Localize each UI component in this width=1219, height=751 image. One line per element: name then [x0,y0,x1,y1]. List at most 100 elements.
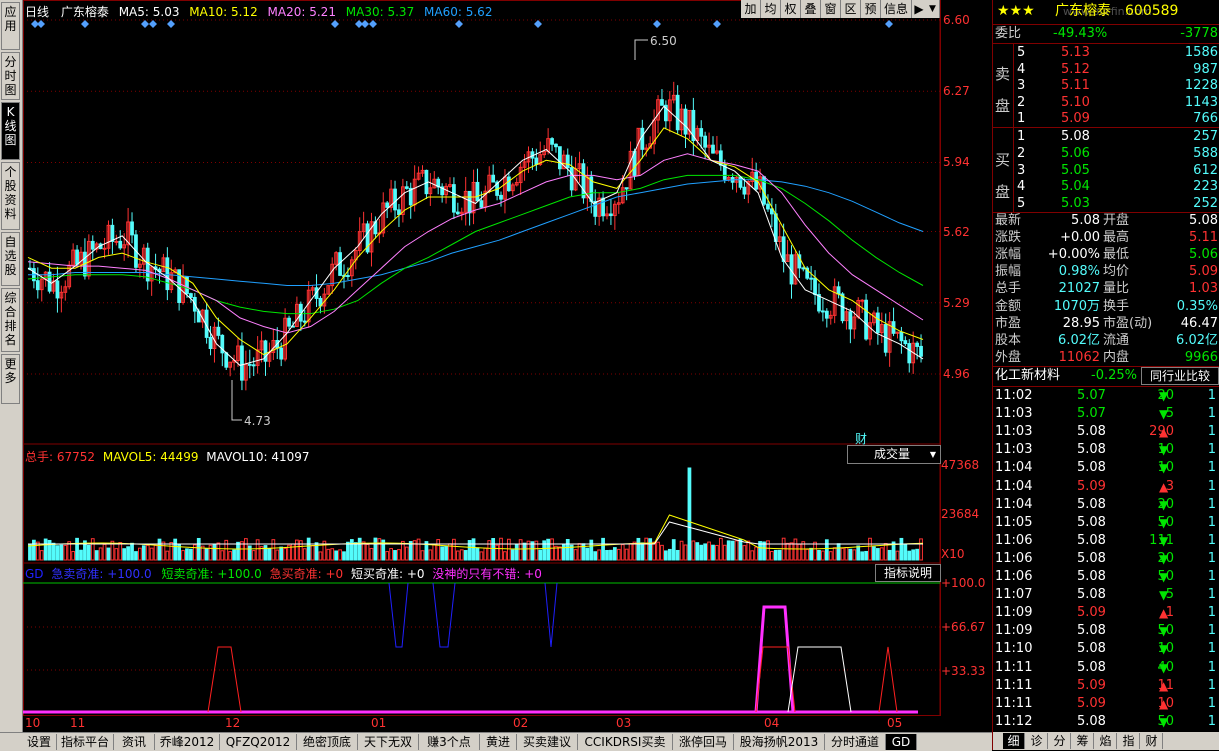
average-button[interactable]: 均 [761,0,781,18]
tick-count: 1 [1207,713,1216,729]
level-number: 1 [1017,111,1026,127]
tab-qiaofeng2012[interactable]: 乔峰2012 [155,734,220,750]
tick-time: 11:04 [995,478,1033,494]
buy-level-row[interactable]: 5 5.03 252 [993,195,1219,212]
tab-finance[interactable]: 财 [1141,733,1163,749]
stat-value: 46.47 [1180,315,1218,331]
volume-bar [463,550,468,561]
ma5-line [27,105,924,366]
volume-bar [318,551,323,561]
stat-label: 总手 [995,281,1022,297]
window-button[interactable]: 窗 [821,0,841,18]
volume-bar [805,548,810,561]
tab-stock-info[interactable]: 个股资料 [1,162,20,230]
stat-label: 最高 [1103,230,1130,246]
info-button[interactable]: 信息 [881,0,912,18]
event-diamond-icon [149,20,157,28]
tick-time: 11:11 [995,695,1033,711]
sell-level-row[interactable]: 3 5.11 1228 [993,77,1219,94]
volume-bar [373,537,378,561]
tab-chips[interactable]: 筹 [1072,733,1094,749]
tab-huangjin[interactable]: 黄进 [480,734,517,750]
tab-kline[interactable]: K线图 [1,102,20,160]
candle-body [491,174,496,183]
volume-bar [593,551,598,561]
volume-bar [703,543,708,561]
indicator-help-button[interactable]: 指标说明 [875,564,941,582]
industry-name[interactable]: 化工新材料 [995,367,1060,385]
tab-diagnosis[interactable]: 诊 [1026,733,1048,749]
tab-minute[interactable]: 分 [1049,733,1071,749]
forecast-button[interactable]: 预 [861,0,881,18]
volume-bar [518,539,523,561]
buy-level-row[interactable]: 2 5.06 588 [993,145,1219,162]
volume-bar [310,545,315,561]
volume-bar [907,550,912,561]
level-volume: 223 [1193,179,1218,195]
scroll-right-icon[interactable]: ▶ [912,0,927,18]
stock-name-label: 广东榕泰 [60,5,109,19]
chevron-down-icon: ▼ [929,450,936,459]
tab-trade-advice[interactable]: 买卖建议 [517,734,578,750]
tab-intraday-channel[interactable]: 分时通道 [825,734,886,750]
tab-apps[interactable]: 应用 [1,2,20,50]
tab-indicator-platform[interactable]: 指标平台 [57,734,114,750]
rights-button[interactable]: 权 [781,0,801,18]
stat-label: 量比 [1103,281,1130,297]
sell-level-row[interactable]: 5 5.13 1586 [993,44,1219,61]
buy-level-row[interactable]: 1 5.08 257 [993,128,1219,145]
volume-bar [514,544,519,561]
candle-body [801,267,806,270]
volume-bar [605,549,609,561]
indicator-dropdown[interactable]: 成交量 ▼ [847,445,941,464]
tick-row: 11:06 5.08 20 ▼ 1 [993,550,1219,568]
volume-bar [793,538,798,561]
kline-chart-area[interactable]: 日线 广东榕泰 MA5: 5.03 MA10: 5.12 MA20: 5.21 … [23,0,992,716]
add-button[interactable]: 加 [741,0,761,18]
tab-index[interactable]: 指 [1118,733,1140,749]
tab-more[interactable]: 更多 [1,354,20,404]
tab-intraday[interactable]: 分时图 [1,52,20,100]
sell-level-row[interactable]: 2 5.10 1143 [993,94,1219,111]
tab-qfzq2012[interactable]: QFZQ2012 [220,734,297,750]
tab-top-bottom[interactable]: 绝密顶底 [297,734,358,750]
indicator-red-peak [878,646,898,713]
volume-bar [122,548,127,561]
tab-settings[interactable]: 设置 [22,734,57,750]
stat-label: 流通 [1103,332,1130,348]
candle-body [766,203,770,210]
kline-chart-svg[interactable] [23,0,992,716]
level-number: 5 [1017,196,1026,212]
event-diamond-icon [713,20,721,28]
tab-news[interactable]: 资讯 [114,734,155,750]
overlay-button[interactable]: 叠 [801,0,821,18]
tab-unique[interactable]: 天下无双 [358,734,419,750]
price-tick: 5.94 [943,155,970,169]
tab-ranking[interactable]: 综合排名 [1,288,20,352]
tab-details[interactable]: 细 [1003,733,1025,749]
level-price: 5.13 [1061,45,1090,60]
dropdown-arrow-icon[interactable]: ▼ [926,0,940,18]
left-tab-bar: 应用 分时图 K线图 个股资料 自选股 综合排名 更多 [0,0,23,732]
tab-limit-up[interactable]: 涨停回马 [673,734,734,750]
volume-bar [346,541,350,561]
candle-body [302,320,307,323]
sell-level-row[interactable]: 4 5.12 987 [993,61,1219,78]
tick-time: 11:03 [995,442,1033,458]
level-volume: 588 [1193,145,1218,161]
tab-watchlist[interactable]: 自选股 [1,232,20,286]
tab-guhai-2013[interactable]: 股海扬帆2013 [734,734,825,750]
tab-gd[interactable]: GD [886,734,917,750]
buy-level-row[interactable]: 3 5.05 612 [993,162,1219,179]
industry-compare-button[interactable]: 同行业比较 [1141,367,1219,385]
indicator-red-peak [207,646,242,713]
indicator-blue-dip [544,582,558,648]
sell-level-row[interactable]: 1 5.09 766 [993,110,1219,127]
tab-flame[interactable]: 焰 [1095,733,1117,749]
tab-3-points[interactable]: 赚3个点 [419,734,480,750]
tick-price: 5.08 [1077,659,1106,675]
range-button[interactable]: 区 [841,0,861,18]
tab-cci-kdj-rsi[interactable]: CCIKDRSI买卖 [578,734,673,750]
candle-body [593,200,598,217]
buy-level-row[interactable]: 4 5.04 223 [993,178,1219,195]
